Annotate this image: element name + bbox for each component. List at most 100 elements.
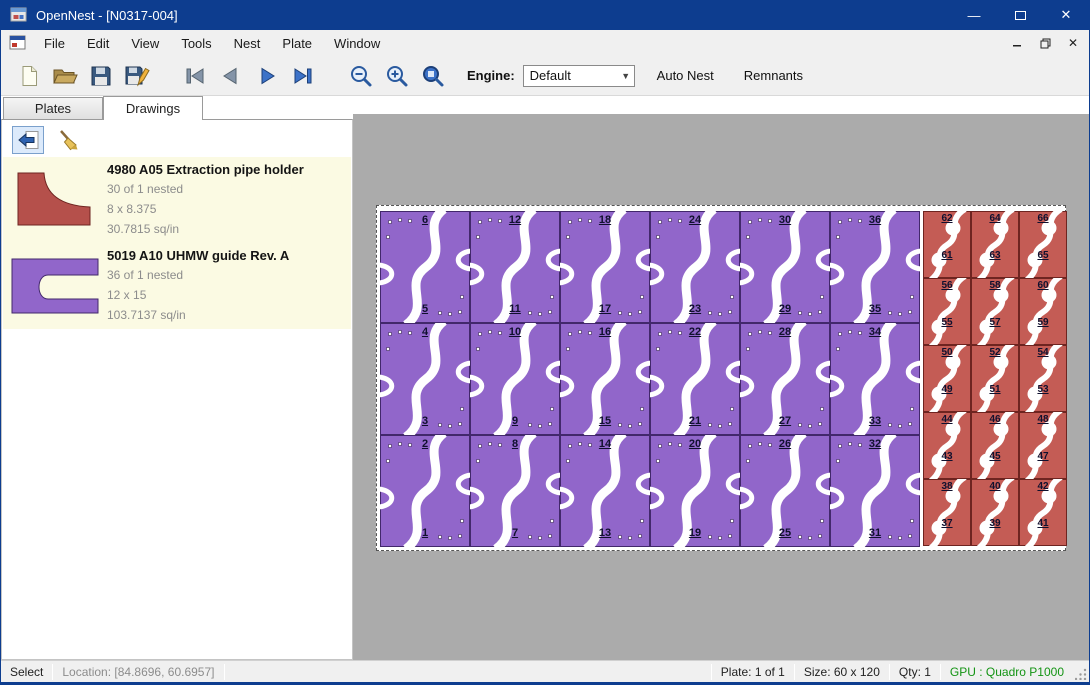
nested-part-red-pair[interactable]: 4645 — [971, 412, 1019, 479]
drawing-area: 30.7815 sq/in — [107, 219, 351, 239]
part-number: 3 — [380, 415, 470, 427]
part-number: 14 — [560, 438, 650, 450]
menu-nest[interactable]: Nest — [223, 32, 272, 55]
nested-part-red-pair[interactable]: 5857 — [971, 278, 1019, 345]
engine-select[interactable]: Default ▼ — [523, 65, 635, 87]
nested-part-red-pair[interactable]: 4847 — [1019, 412, 1067, 479]
drawing-list-item[interactable]: 5019 A10 UHMW guide Rev. A 36 of 1 neste… — [3, 243, 351, 329]
tab-plates[interactable]: Plates — [3, 97, 103, 119]
part-number: 13 — [560, 527, 650, 539]
nav-first-button[interactable] — [177, 60, 213, 92]
nested-part-red-pair[interactable]: 5453 — [1019, 345, 1067, 412]
qty-indicator: Qty: 1 — [890, 661, 940, 682]
mdi-restore-icon — [1040, 38, 1051, 49]
nested-part-purple-pair[interactable]: 2019 — [650, 435, 740, 547]
part-number: 4 — [380, 326, 470, 338]
broom-icon — [57, 129, 79, 151]
menu-edit[interactable]: Edit — [76, 32, 120, 55]
part-number: 59 — [1019, 317, 1067, 328]
auto-nest-button[interactable]: Auto Nest — [649, 63, 722, 88]
nested-part-purple-pair[interactable]: 2423 — [650, 211, 740, 323]
menu-plate[interactable]: Plate — [271, 32, 323, 55]
nested-part-red-pair[interactable]: 4443 — [923, 412, 971, 479]
nested-part-red-pair[interactable]: 5655 — [923, 278, 971, 345]
drawings-panel: 4980 A05 Extraction pipe holder 30 of 1 … — [1, 119, 353, 660]
nested-part-red-pair[interactable]: 6463 — [971, 211, 1019, 278]
part-number: 24 — [650, 214, 740, 226]
nested-part-purple-pair[interactable]: 2625 — [740, 435, 830, 547]
part-number: 54 — [1019, 347, 1067, 358]
maximize-button[interactable] — [997, 0, 1043, 30]
nested-part-purple-pair[interactable]: 3231 — [830, 435, 920, 547]
nested-part-purple-pair[interactable]: 65 — [380, 211, 470, 323]
open-button[interactable] — [47, 60, 83, 92]
nested-part-purple-pair[interactable]: 3029 — [740, 211, 830, 323]
drawing-thumb-purple — [3, 255, 107, 317]
new-button[interactable] — [11, 60, 47, 92]
mdi-child-icon[interactable] — [9, 35, 27, 51]
drawing-list-item[interactable]: 4980 A05 Extraction pipe holder 30 of 1 … — [3, 157, 351, 243]
nested-part-red-pair[interactable]: 4039 — [971, 479, 1019, 546]
mdi-close-button[interactable]: ✕ — [1063, 34, 1083, 52]
nested-part-red-pair[interactable]: 6261 — [923, 211, 971, 278]
status-bar: Select Location: [84.8696, 60.6957] Plat… — [1, 660, 1089, 682]
nested-part-purple-pair[interactable]: 2827 — [740, 323, 830, 435]
menu-file[interactable]: File — [33, 32, 76, 55]
drawing-nested-count: 36 of 1 nested — [107, 265, 351, 285]
zoom-fit-button[interactable] — [415, 60, 451, 92]
part-number: 34 — [830, 326, 920, 338]
nested-part-purple-pair[interactable]: 2221 — [650, 323, 740, 435]
mdi-restore-button[interactable] — [1035, 34, 1055, 52]
menu-window[interactable]: Window — [323, 32, 391, 55]
nested-part-purple-pair[interactable]: 1615 — [560, 323, 650, 435]
mdi-minimize-button[interactable] — [1007, 34, 1027, 52]
save-button[interactable] — [83, 60, 119, 92]
part-number: 61 — [923, 250, 971, 261]
nested-part-purple-pair[interactable]: 14 13 — [560, 435, 650, 547]
nest-canvas[interactable]: 6512111817242330293635431091615222128273… — [353, 96, 1090, 660]
nested-part-red-pair[interactable]: 4241 — [1019, 479, 1067, 546]
nested-part-purple-pair[interactable]: 1817 — [560, 211, 650, 323]
nested-part-purple-pair[interactable]: 43 — [380, 323, 470, 435]
main-toolbar: Engine: Default ▼ Auto Nest Remnants — [1, 56, 1089, 96]
minimize-button[interactable]: — — [951, 0, 997, 30]
back-arrow-button[interactable] — [12, 126, 44, 154]
menu-tools[interactable]: Tools — [170, 32, 222, 55]
part-number: 27 — [740, 415, 830, 427]
part-number: 65 — [1019, 250, 1067, 261]
nested-part-purple-pair[interactable]: 34 33 — [830, 323, 920, 435]
nav-last-button[interactable] — [285, 60, 321, 92]
remnants-button[interactable]: Remnants — [736, 63, 811, 88]
save-as-button[interactable] — [119, 60, 155, 92]
tab-drawings[interactable]: Drawings — [103, 96, 203, 120]
nested-part-purple-pair[interactable]: 21 — [380, 435, 470, 547]
nested-part-red-pair[interactable]: 5049 — [923, 345, 971, 412]
engine-value: Default — [524, 68, 618, 83]
engine-label: Engine: — [467, 68, 515, 83]
close-button[interactable]: ✕ — [1043, 0, 1089, 30]
part-number: 33 — [830, 415, 920, 427]
nav-prev-button[interactable] — [213, 60, 249, 92]
broom-button[interactable] — [52, 126, 84, 154]
nested-part-red-pair[interactable]: 3837 — [923, 479, 971, 546]
menu-view[interactable]: View — [120, 32, 170, 55]
nested-part-purple-pair[interactable]: 1211 — [470, 211, 560, 323]
plate[interactable]: 6512111817242330293635431091615222128273… — [376, 205, 1066, 551]
nested-part-red-pair[interactable]: 6665 — [1019, 211, 1067, 278]
part-number: 37 — [923, 518, 971, 529]
nested-part-purple-pair[interactable]: 3635 — [830, 211, 920, 323]
left-panel: Plates Drawings 4980 A05 Extraction pipe… — [1, 96, 353, 660]
location-indicator: Location: [84.8696, 60.6957] — [53, 661, 223, 682]
nested-part-purple-pair[interactable]: 109 — [470, 323, 560, 435]
nested-part-red-pair[interactable]: 6059 — [1019, 278, 1067, 345]
tab-strip: Plates Drawings — [1, 96, 353, 119]
nav-next-button[interactable] — [249, 60, 285, 92]
part-number: 64 — [971, 213, 1019, 224]
nested-part-red-pair[interactable]: 5251 — [971, 345, 1019, 412]
zoom-out-button[interactable] — [343, 60, 379, 92]
zoom-in-button[interactable] — [379, 60, 415, 92]
save-as-icon — [124, 64, 150, 88]
resize-grip[interactable] — [1073, 661, 1089, 682]
part-number: 58 — [971, 280, 1019, 291]
nested-part-purple-pair[interactable]: 87 — [470, 435, 560, 547]
